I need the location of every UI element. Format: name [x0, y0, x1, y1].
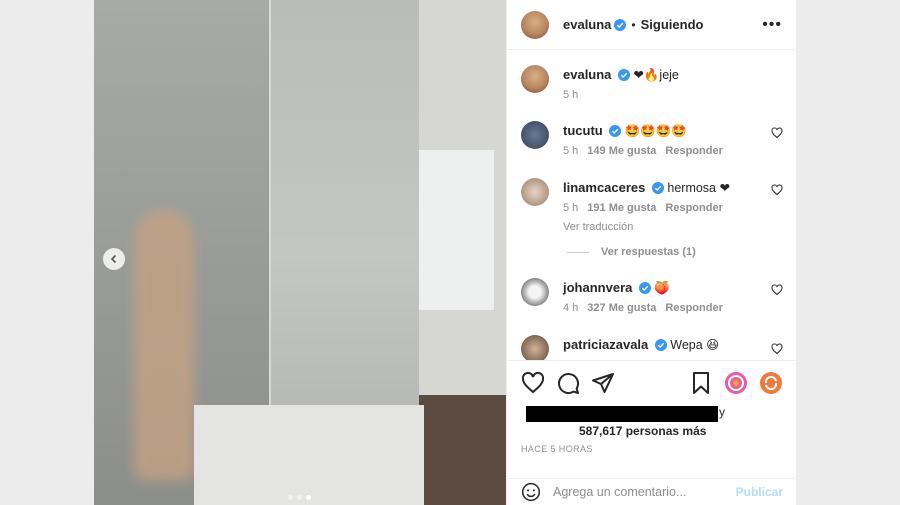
list-item: patriciazavala Wepa 😆: [521, 335, 783, 360]
like-comment-icon[interactable]: [771, 343, 783, 355]
header-username[interactable]: evaluna: [563, 17, 611, 32]
comment-composer: Publicar: [507, 478, 797, 505]
header-separator: •: [631, 17, 636, 32]
comments-list: evaluna ❤🔥jeje 5 h tucutu 🤩🤩🤩🤩 5 h 149 M…: [507, 51, 797, 360]
avatar[interactable]: [521, 278, 549, 306]
list-item: linamcaceres hermosa ❤ 5 h 191 Me gusta …: [521, 178, 783, 235]
verified-icon: [651, 182, 664, 194]
like-comment-icon[interactable]: [771, 184, 783, 196]
carousel-dot: [297, 495, 302, 500]
photo-figure: [134, 210, 194, 480]
post-header: evaluna • Siguiendo •••: [507, 0, 796, 50]
avatar[interactable]: [521, 10, 549, 39]
verified-icon: [654, 339, 667, 351]
list-item: johannvera 🍑 4 h 327 Me gusta Responder: [521, 278, 783, 316]
comment-text: Wepa 😆: [670, 338, 720, 352]
post-timestamp: HACE 5 HORAS: [521, 444, 593, 454]
verified-icon: [614, 18, 627, 31]
avatar[interactable]: [521, 335, 549, 360]
follow-status-button[interactable]: Siguiendo: [641, 17, 704, 32]
see-translation-link[interactable]: Ver traducción: [563, 219, 783, 235]
verified-icon: [617, 69, 630, 81]
view-replies-label: Ver respuestas (1): [601, 246, 696, 258]
photo-bench: [194, 405, 424, 505]
comment-text: 🤩🤩🤩🤩: [624, 124, 687, 138]
post-photo: [94, 0, 506, 505]
emoji-icon[interactable]: [521, 482, 541, 502]
bookmark-icon[interactable]: [689, 371, 713, 395]
reply-button[interactable]: Responder: [665, 200, 722, 216]
carousel-dot: [288, 495, 293, 500]
reply-button[interactable]: Responder: [665, 143, 722, 159]
carousel-prev-button[interactable]: [103, 248, 125, 270]
verified-icon: [638, 282, 651, 294]
action-bar: [507, 360, 797, 404]
extension-download-icon[interactable]: [759, 371, 783, 395]
likes-trailing-text: y: [719, 405, 725, 419]
comment-likes[interactable]: 149 Me gusta: [587, 143, 656, 159]
comment-username[interactable]: patriciazavala: [563, 337, 648, 352]
comment-username[interactable]: linamcaceres: [563, 180, 645, 195]
comment-text: hermosa ❤: [667, 181, 730, 195]
carousel-dots: [288, 495, 311, 500]
caption-text: ❤🔥jeje: [633, 68, 679, 82]
caption-username[interactable]: evaluna: [563, 67, 611, 82]
likes-count-link[interactable]: 587,617 personas más: [579, 424, 706, 438]
comment-likes[interactable]: 191 Me gusta: [587, 200, 656, 216]
publish-button[interactable]: Publicar: [736, 485, 783, 499]
comment-username[interactable]: tucutu: [563, 123, 603, 138]
comment-time: 4 h: [563, 302, 579, 314]
avatar[interactable]: [521, 178, 549, 206]
avatar[interactable]: [521, 121, 549, 149]
comment-time: 5 h: [563, 202, 579, 214]
comment-text: 🍑: [654, 281, 670, 295]
chevron-left-icon: [110, 254, 117, 264]
comment-time: 5 h: [563, 145, 579, 157]
more-options-button[interactable]: •••: [762, 16, 782, 34]
avatar[interactable]: [521, 65, 549, 93]
verified-icon: [609, 125, 622, 137]
like-comment-icon[interactable]: [771, 127, 783, 139]
comment-likes[interactable]: 327 Me gusta: [587, 300, 656, 316]
list-item: tucutu 🤩🤩🤩🤩 5 h 149 Me gusta Responder: [521, 121, 783, 159]
comment-username[interactable]: johannvera: [563, 280, 632, 295]
extension-reels-icon[interactable]: [724, 371, 748, 395]
redacted-likers-bar: [526, 406, 718, 422]
comment-input[interactable]: [553, 485, 733, 499]
comment-icon[interactable]: [556, 371, 580, 395]
post-modal: evaluna • Siguiendo ••• evaluna ❤🔥jeje 5…: [94, 0, 797, 505]
replies-line: [567, 251, 589, 253]
post-sidebar: evaluna • Siguiendo ••• evaluna ❤🔥jeje 5…: [506, 0, 797, 505]
reply-button[interactable]: Responder: [665, 300, 722, 316]
view-replies-button[interactable]: Ver respuestas (1): [567, 246, 696, 258]
like-comment-icon[interactable]: [771, 284, 783, 296]
caption-time: 5 h: [563, 89, 579, 101]
heart-icon[interactable]: [521, 371, 545, 395]
carousel-dot-active: [306, 495, 311, 500]
caption: evaluna ❤🔥jeje 5 h: [521, 65, 783, 103]
share-icon[interactable]: [591, 371, 615, 395]
